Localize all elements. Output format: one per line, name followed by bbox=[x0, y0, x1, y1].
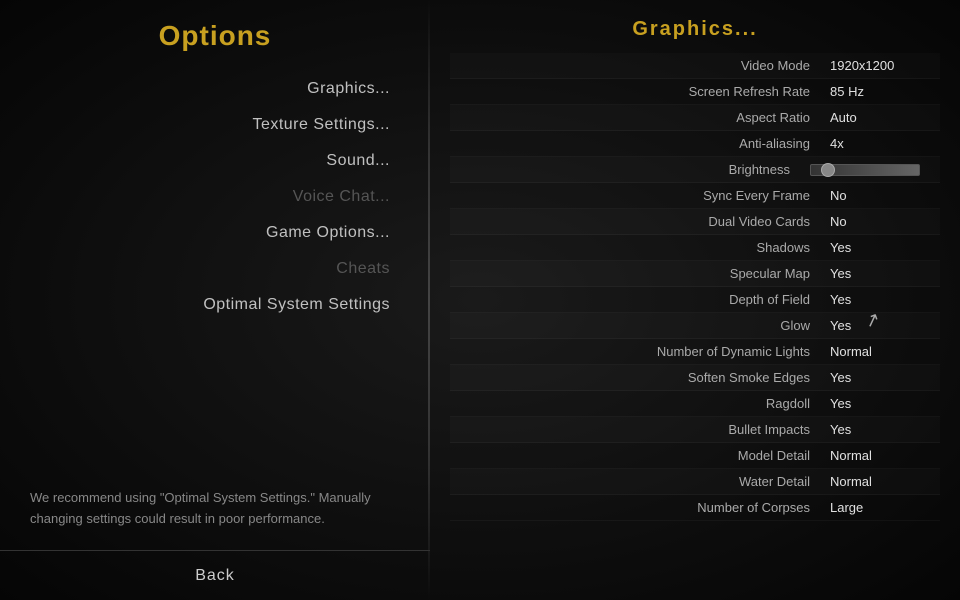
setting-row[interactable]: Dual Video CardsNo bbox=[450, 209, 940, 235]
setting-label: Glow bbox=[460, 318, 830, 333]
setting-label: Number of Corpses bbox=[460, 500, 830, 515]
nav-item-gameoptions[interactable]: Game Options... bbox=[20, 216, 410, 250]
setting-value: Normal bbox=[830, 448, 930, 463]
setting-row[interactable]: Depth of FieldYes bbox=[450, 287, 940, 313]
setting-row[interactable]: RagdollYes bbox=[450, 391, 940, 417]
setting-value: Large bbox=[830, 500, 930, 515]
setting-label: Model Detail bbox=[460, 448, 830, 463]
setting-value bbox=[810, 164, 930, 176]
setting-label: Aspect Ratio bbox=[460, 110, 830, 125]
setting-row[interactable]: Anti-aliasing4x bbox=[450, 131, 940, 157]
setting-label: Ragdoll bbox=[460, 396, 830, 411]
nav-item-graphics[interactable]: Graphics... bbox=[20, 72, 410, 106]
setting-row[interactable]: Soften Smoke EdgesYes bbox=[450, 365, 940, 391]
setting-label: Number of Dynamic Lights bbox=[460, 344, 830, 359]
setting-value: Yes bbox=[830, 240, 930, 255]
setting-row[interactable]: ShadowsYes bbox=[450, 235, 940, 261]
setting-label: Bullet Impacts bbox=[460, 422, 830, 437]
left-panel: Options Graphics...Texture Settings...So… bbox=[0, 0, 430, 600]
section-title: Graphics... bbox=[430, 10, 960, 53]
setting-label: Specular Map bbox=[460, 266, 830, 281]
setting-value: Yes bbox=[830, 422, 930, 437]
back-area: Back bbox=[0, 550, 430, 600]
setting-value: 85 Hz bbox=[830, 84, 930, 99]
setting-row[interactable]: Aspect RatioAuto bbox=[450, 105, 940, 131]
setting-row[interactable]: Sync Every FrameNo bbox=[450, 183, 940, 209]
setting-value: Yes bbox=[830, 370, 930, 385]
setting-row[interactable]: Number of Dynamic LightsNormal bbox=[450, 339, 940, 365]
setting-label: Shadows bbox=[460, 240, 830, 255]
brightness-slider-thumb bbox=[821, 163, 835, 177]
setting-value: Normal bbox=[830, 344, 930, 359]
setting-label: Screen Refresh Rate bbox=[460, 84, 830, 99]
brightness-slider-track[interactable] bbox=[810, 164, 920, 176]
setting-row[interactable]: Brightness bbox=[450, 157, 940, 183]
setting-label: Soften Smoke Edges bbox=[460, 370, 830, 385]
setting-label: Brightness bbox=[460, 162, 810, 177]
setting-label: Water Detail bbox=[460, 474, 830, 489]
nav-item-optimal[interactable]: Optimal System Settings bbox=[20, 288, 410, 322]
setting-value: 1920x1200 bbox=[830, 58, 930, 73]
setting-value: 4x bbox=[830, 136, 930, 151]
setting-row[interactable]: Bullet ImpactsYes bbox=[450, 417, 940, 443]
nav-item-sound[interactable]: Sound... bbox=[20, 144, 410, 178]
nav-item-texture[interactable]: Texture Settings... bbox=[20, 108, 410, 142]
setting-value: No bbox=[830, 214, 930, 229]
setting-value: No bbox=[830, 188, 930, 203]
setting-label: Dual Video Cards bbox=[460, 214, 830, 229]
setting-row[interactable]: Video Mode1920x1200 bbox=[450, 53, 940, 79]
setting-value: Yes bbox=[830, 266, 930, 281]
setting-row[interactable]: Number of CorpsesLarge bbox=[450, 495, 940, 521]
page-title: Options bbox=[0, 10, 430, 72]
setting-row[interactable]: Water DetailNormal bbox=[450, 469, 940, 495]
setting-label: Anti-aliasing bbox=[460, 136, 830, 151]
setting-row[interactable]: Screen Refresh Rate85 Hz bbox=[450, 79, 940, 105]
setting-row[interactable]: Model DetailNormal bbox=[450, 443, 940, 469]
setting-label: Depth of Field bbox=[460, 292, 830, 307]
setting-value: Normal bbox=[830, 474, 930, 489]
main-container: Options Graphics...Texture Settings...So… bbox=[0, 0, 960, 600]
right-panel: Graphics... Video Mode1920x1200Screen Re… bbox=[430, 0, 960, 600]
nav-item-cheats: Cheats bbox=[20, 252, 410, 286]
setting-value: Yes bbox=[830, 292, 930, 307]
back-button[interactable]: Back bbox=[165, 562, 265, 590]
nav-item-voicechat: Voice Chat... bbox=[20, 180, 410, 214]
setting-value: Auto bbox=[830, 110, 930, 125]
setting-value: Yes bbox=[830, 396, 930, 411]
setting-label: Sync Every Frame bbox=[460, 188, 830, 203]
setting-row[interactable]: Specular MapYes bbox=[450, 261, 940, 287]
setting-label: Video Mode bbox=[460, 58, 830, 73]
nav-items: Graphics...Texture Settings...Sound...Vo… bbox=[0, 72, 430, 468]
